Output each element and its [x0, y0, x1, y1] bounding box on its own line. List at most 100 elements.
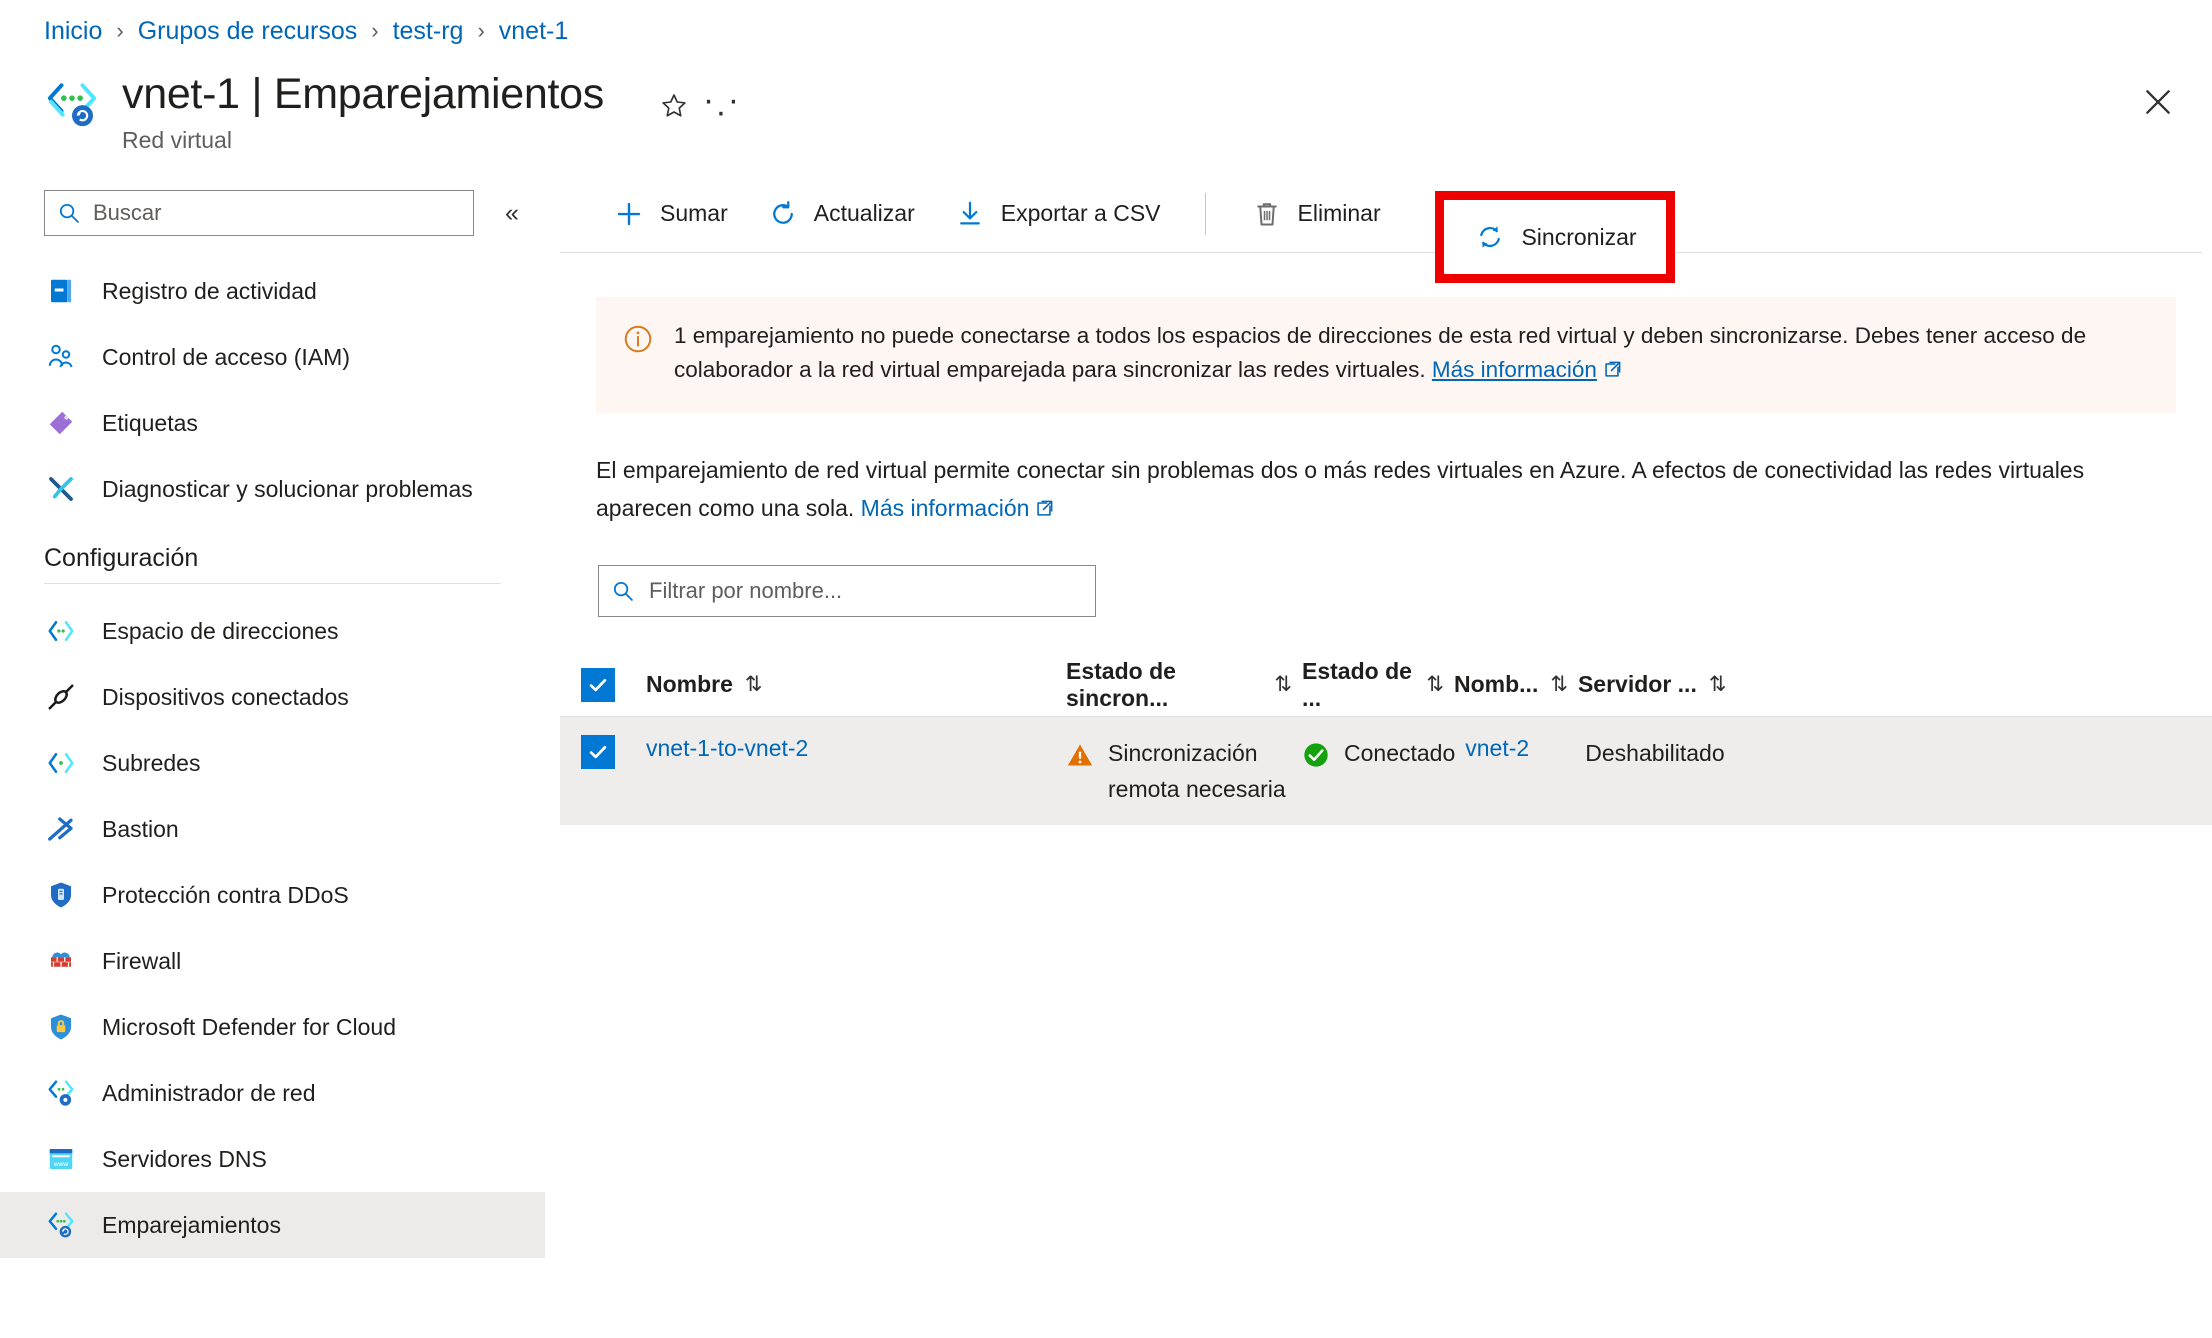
sidebar-item-firewall[interactable]: Firewall: [0, 928, 545, 994]
star-outline-icon[interactable]: [650, 82, 698, 130]
delete-button[interactable]: Eliminar: [1234, 186, 1397, 242]
sidebar-item-espacio-de-direcciones[interactable]: Espacio de direcciones: [0, 598, 545, 664]
download-icon: [953, 197, 987, 231]
svg-text:www: www: [53, 1161, 69, 1168]
sidebar-item-registro-de-actividad[interactable]: Registro de actividad: [0, 258, 545, 324]
sidebar-item-label: Firewall: [102, 946, 181, 976]
export-csv-button[interactable]: Exportar a CSV: [937, 186, 1177, 242]
breadcrumb-item-inicio[interactable]: Inicio: [44, 16, 102, 46]
search-input-wrapper[interactable]: [44, 190, 474, 236]
sidebar-item-subredes[interactable]: Subredes: [0, 730, 545, 796]
sidebar-item-label: Diagnosticar y solucionar problemas: [102, 474, 473, 504]
filter-input-wrapper[interactable]: [598, 565, 1096, 617]
column-header-servidor[interactable]: Servidor ... ⇅: [1578, 671, 1778, 698]
sidebar-item-label: Emparejamientos: [102, 1210, 281, 1240]
column-header-estado-de-sincronizacion[interactable]: Estado de sincron... ⇅: [1066, 658, 1302, 712]
sync-button[interactable]: Sincronizar: [1463, 209, 1646, 265]
cell-sync-status: Sincronización remota necesaria: [1066, 735, 1302, 807]
sync-warning-banner: 1 emparejamiento no puede conectarse a t…: [596, 297, 2176, 413]
refresh-button[interactable]: Actualizar: [750, 186, 931, 242]
peering-description: El emparejamiento de red virtual permite…: [596, 451, 2176, 529]
banner-message: 1 emparejamiento no puede conectarse a t…: [674, 323, 2086, 382]
connected-devices-icon: [44, 680, 78, 714]
sort-icon: ⇅: [1550, 672, 1568, 697]
external-link-icon: [1035, 491, 1054, 529]
peering-name-link[interactable]: vnet-1-to-vnet-2: [646, 735, 808, 761]
filter-input[interactable]: [647, 568, 1057, 614]
breadcrumb-item-grupos-de-recursos[interactable]: Grupos de recursos: [138, 16, 358, 46]
select-all-checkbox[interactable]: [581, 668, 615, 702]
sidebar-item-diagnosticar-y-solucionar-problemas[interactable]: Diagnosticar y solucionar problemas: [0, 456, 545, 522]
column-header-nombre-red-emparejada[interactable]: Nomb... ⇅: [1454, 671, 1578, 698]
azure-portal-blade: Inicio › Grupos de recursos › test-rg › …: [0, 0, 2212, 1338]
search-icon: [611, 579, 635, 603]
sync-button-highlight: Sincronizar: [1435, 191, 1675, 283]
banner-learn-more-link[interactable]: Más información: [1432, 357, 1597, 382]
sidebar-item-dispositivos-conectados[interactable]: Dispositivos conectados: [0, 664, 545, 730]
column-header-label: Estado de ...: [1302, 658, 1414, 712]
description-learn-more-link[interactable]: Más información: [861, 495, 1030, 521]
row-checkbox[interactable]: [581, 735, 615, 769]
blade-content: Sumar Actualizar: [560, 175, 2212, 1338]
sort-icon: ⇅: [1274, 672, 1292, 697]
address-space-icon: [44, 614, 78, 648]
page-title: vnet-1 | Emparejamientos: [122, 68, 604, 120]
add-button[interactable]: Sumar: [596, 186, 744, 242]
sidebar-item-bastion[interactable]: Bastion: [0, 796, 545, 862]
breadcrumb-separator-icon: ›: [477, 16, 484, 46]
delete-button-label: Eliminar: [1298, 200, 1381, 227]
nav-settings-group: Espacio de direcciones Dispositivos cone…: [0, 598, 545, 1258]
success-check-icon: [1302, 741, 1332, 774]
sidebar-item-label: Control de acceso (IAM): [102, 342, 350, 372]
column-header-estado-de-emparejamiento[interactable]: Estado de ... ⇅: [1302, 658, 1454, 712]
sidebar-item-proteccion-contra-ddos[interactable]: Protección contra DDoS: [0, 862, 545, 928]
breadcrumb: Inicio › Grupos de recursos › test-rg › …: [44, 16, 568, 46]
table-row[interactable]: vnet-1-to-vnet-2 Sincronización remota n…: [560, 717, 2212, 825]
warning-triangle-icon: [1066, 741, 1096, 774]
peer-network-link[interactable]: vnet-2: [1465, 735, 1529, 761]
search-icon: [57, 201, 81, 225]
info-circle-icon: [622, 323, 656, 389]
virtual-network-peering-icon: [44, 76, 100, 132]
sidebar-item-servidores-dns[interactable]: www Servidores DNS: [0, 1126, 545, 1192]
tags-icon: [44, 406, 78, 440]
blade-header-actions: · · ·: [650, 82, 746, 130]
breadcrumb-item-test-rg[interactable]: test-rg: [393, 16, 464, 46]
sidebar-item-microsoft-defender-for-cloud[interactable]: Microsoft Defender for Cloud: [0, 994, 545, 1060]
sidebar-item-label: Servidores DNS: [102, 1144, 267, 1174]
breadcrumb-item-vnet-1[interactable]: vnet-1: [499, 16, 568, 46]
column-header-label: Nombre: [646, 671, 733, 698]
sync-icon: [1473, 220, 1507, 254]
nav-divider: [44, 583, 501, 584]
cell-gateway-server: Deshabilitado: [1585, 735, 1785, 771]
sidebar-item-emparejamientos[interactable]: Emparejamientos: [0, 1192, 545, 1258]
chevron-double-left-icon[interactable]: «: [492, 193, 532, 233]
breadcrumb-separator-icon: ›: [116, 16, 123, 46]
activity-log-icon: [44, 274, 78, 308]
refresh-icon: [766, 197, 800, 231]
sync-status-text: Sincronización remota necesaria: [1108, 735, 1292, 807]
ellipsis-icon[interactable]: · · ·: [698, 82, 746, 130]
search-input[interactable]: [91, 192, 441, 234]
resource-type-subtitle: Red virtual: [122, 126, 604, 154]
sync-button-label: Sincronizar: [1521, 224, 1636, 251]
sort-icon: ⇅: [745, 672, 763, 697]
column-header-nombre[interactable]: Nombre ⇅: [646, 671, 1066, 698]
sort-icon: ⇅: [1709, 672, 1727, 697]
export-csv-button-label: Exportar a CSV: [1001, 200, 1161, 227]
network-manager-icon: [44, 1076, 78, 1110]
row-select-cell: [560, 735, 646, 769]
bastion-icon: [44, 812, 78, 846]
sidebar-item-label: Protección contra DDoS: [102, 880, 349, 910]
sidebar-item-administrador-de-red[interactable]: Administrador de red: [0, 1060, 545, 1126]
cell-peering-name: vnet-1-to-vnet-2: [646, 735, 1066, 762]
sidebar-item-label: Registro de actividad: [102, 276, 317, 306]
column-header-label: Nomb...: [1454, 671, 1538, 698]
firewall-icon: [44, 944, 78, 978]
close-icon[interactable]: [2134, 78, 2182, 126]
sidebar-item-control-de-acceso[interactable]: Control de acceso (IAM): [0, 324, 545, 390]
sidebar-item-etiquetas[interactable]: Etiquetas: [0, 390, 545, 456]
ellipsis-label: · · ·: [698, 94, 746, 118]
sidebar-item-label: Administrador de red: [102, 1078, 316, 1108]
troubleshoot-icon: [44, 472, 78, 506]
